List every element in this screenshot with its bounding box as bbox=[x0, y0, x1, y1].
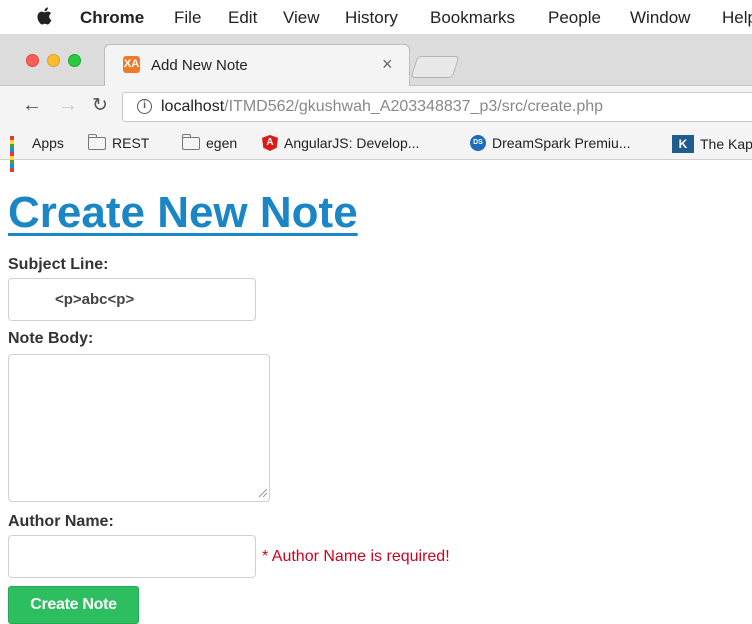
dreamspark-icon: DS bbox=[470, 135, 486, 151]
menu-history[interactable]: History bbox=[345, 8, 398, 28]
url-path: /ITMD562/gkushwah_A203348837_p3/src/crea… bbox=[224, 98, 604, 115]
create-note-button[interactable]: Create Note bbox=[8, 586, 139, 624]
resize-grip-icon[interactable] bbox=[258, 488, 268, 498]
bookmark-label: The Kap bbox=[700, 136, 752, 152]
bookmark-label: REST bbox=[112, 135, 150, 151]
page-title-link[interactable]: Create New Note bbox=[8, 188, 358, 238]
url-host: localhost bbox=[161, 98, 225, 115]
xampp-favicon-icon: XA bbox=[123, 56, 140, 73]
apps-grid-icon bbox=[10, 136, 26, 172]
folder-icon bbox=[88, 133, 106, 150]
bookmark-label: AngularJS: Develop... bbox=[284, 135, 420, 151]
menu-help[interactable]: Help bbox=[722, 8, 752, 28]
bookmark-label: DreamSpark Premiu... bbox=[492, 135, 631, 151]
author-error-message: * Author Name is required! bbox=[262, 548, 450, 565]
menu-window[interactable]: Window bbox=[630, 8, 690, 28]
tab-title: Add New Note bbox=[151, 57, 248, 74]
folder-icon bbox=[182, 133, 200, 150]
browser-tab-strip: XA Add New Note × bbox=[0, 34, 752, 87]
apple-logo-icon[interactable] bbox=[36, 6, 52, 26]
back-arrow-icon[interactable]: ← bbox=[22, 94, 42, 117]
menu-bookmarks[interactable]: Bookmarks bbox=[430, 8, 515, 28]
subject-label: Subject Line: bbox=[8, 256, 109, 273]
tab-add-new-note[interactable]: XA Add New Note × bbox=[104, 44, 410, 87]
bookmark-label: egen bbox=[206, 135, 238, 151]
angular-icon: A bbox=[262, 135, 278, 151]
kaplan-icon: K bbox=[672, 135, 694, 153]
tab-close-icon[interactable]: × bbox=[382, 54, 393, 75]
bookmark-folder-rest[interactable]: REST bbox=[88, 133, 150, 151]
menu-file[interactable]: File bbox=[174, 8, 201, 28]
note-body-label: Note Body: bbox=[8, 330, 94, 347]
forward-arrow-icon[interactable]: → bbox=[58, 94, 78, 117]
address-url: localhost/ITMD562/gkushwah_A203348837_p3… bbox=[161, 98, 603, 116]
window-close-button[interactable] bbox=[26, 54, 39, 67]
window-minimize-button[interactable] bbox=[47, 54, 60, 67]
bookmark-angularjs[interactable]: A AngularJS: Develop... bbox=[262, 135, 419, 151]
macos-menu-bar: Chrome File Edit View History Bookmarks … bbox=[0, 0, 752, 34]
bookmark-folder-egen[interactable]: egen bbox=[182, 133, 238, 151]
menu-people[interactable]: People bbox=[548, 8, 601, 28]
browser-toolbar: ← → ↻ i localhost/ITMD562/gkushwah_A2033… bbox=[0, 86, 752, 128]
bookmarks-bar: Apps REST egen A AngularJS: Develop... D… bbox=[0, 128, 752, 172]
author-input[interactable] bbox=[8, 535, 256, 578]
new-tab-button[interactable] bbox=[410, 56, 460, 78]
bookmark-kaplan[interactable]: K The Kap bbox=[672, 135, 752, 153]
note-body-textarea[interactable] bbox=[8, 354, 270, 502]
subject-input[interactable] bbox=[8, 278, 256, 321]
bookmark-dreamspark[interactable]: DS DreamSpark Premiu... bbox=[470, 135, 630, 151]
menu-edit[interactable]: Edit bbox=[228, 8, 257, 28]
bookmark-apps[interactable]: Apps bbox=[10, 135, 64, 172]
address-bar[interactable]: i localhost/ITMD562/gkushwah_A203348837_… bbox=[122, 92, 752, 122]
menu-view[interactable]: View bbox=[283, 8, 320, 28]
bookmark-label: Apps bbox=[32, 135, 64, 151]
menu-app-chrome[interactable]: Chrome bbox=[80, 8, 144, 28]
window-zoom-button[interactable] bbox=[68, 54, 81, 67]
author-label: Author Name: bbox=[8, 513, 114, 530]
reload-icon[interactable]: ↻ bbox=[92, 94, 108, 117]
page-info-icon[interactable]: i bbox=[137, 99, 152, 114]
